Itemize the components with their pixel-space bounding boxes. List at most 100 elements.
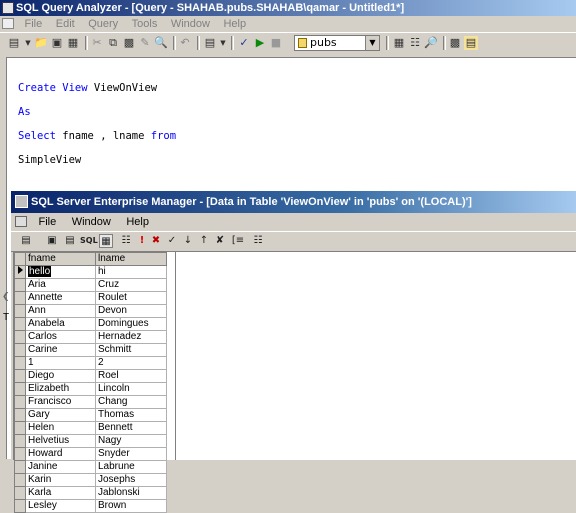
show-diagram-pane-icon[interactable]: ▣ <box>45 234 59 248</box>
table-row[interactable]: Anabela Domingues <box>14 317 167 331</box>
cell-lname[interactable]: Domingues <box>95 317 167 331</box>
cell-fname[interactable]: Gary <box>25 408 96 422</box>
table-row[interactable]: Howard Snyder <box>14 447 167 461</box>
insert-template-icon[interactable]: ▦ <box>66 36 80 50</box>
cell-lname[interactable]: Labrune <box>95 460 167 474</box>
chevron-down-icon[interactable]: ▼ <box>365 36 379 50</box>
cell-fname[interactable]: Carine <box>25 343 96 357</box>
cell-fname[interactable]: Helvetius <box>25 434 96 448</box>
menu-file[interactable]: File <box>33 213 63 231</box>
table-row[interactable]: Aria Cruz <box>14 278 167 292</box>
table-row[interactable]: Elizabeth Lincoln <box>14 382 167 396</box>
cut-icon[interactable]: ✂ <box>90 36 104 50</box>
object-search-icon[interactable]: 🔎 <box>424 36 438 50</box>
row-selector[interactable] <box>14 356 26 370</box>
cell-fname[interactable]: Karla <box>25 486 96 500</box>
results-grid-pane[interactable]: fname lname hello hi Aria Cruz Annette Roulet… <box>13 251 576 513</box>
display-plan-icon[interactable]: ▦ <box>392 36 406 50</box>
cell-fname[interactable]: Carlos <box>25 330 96 344</box>
row-selector[interactable] <box>14 486 26 500</box>
row-selector[interactable] <box>14 278 26 292</box>
run-icon[interactable]: ! <box>135 234 149 248</box>
cell-fname[interactable]: Francisco <box>25 395 96 409</box>
table-row[interactable]: Carine Schmitt <box>14 343 167 357</box>
mdi-table-icon[interactable] <box>15 216 27 227</box>
cell-lname[interactable]: Josephs <box>95 473 167 487</box>
row-selector[interactable] <box>14 291 26 305</box>
table-row[interactable]: Helvetius Nagy <box>14 434 167 448</box>
cell-fname[interactable]: Karin <box>25 473 96 487</box>
cell-lname[interactable]: Chang <box>95 395 167 409</box>
show-results-pane-icon[interactable]: ▤ <box>464 36 478 50</box>
cell-fname[interactable]: Lesley <box>25 499 96 513</box>
cell-fname[interactable]: Aria <box>25 278 96 292</box>
cell-lname[interactable]: Snyder <box>95 447 167 461</box>
row-selector[interactable] <box>14 434 26 448</box>
cell-fname[interactable]: Annette <box>25 291 96 305</box>
parse-query-check-icon[interactable]: ✓ <box>237 36 251 50</box>
cell-lname[interactable]: Brown <box>95 499 167 513</box>
cell-lname[interactable]: Thomas <box>95 408 167 422</box>
row-selector[interactable] <box>14 499 26 513</box>
find-icon[interactable]: 🔍 <box>154 36 168 50</box>
cell-lname[interactable]: Jablonski <box>95 486 167 500</box>
menu-help[interactable]: Help <box>218 16 251 32</box>
row-selector[interactable] <box>14 330 26 344</box>
cell-lname[interactable]: Nagy <box>95 434 167 448</box>
verify-sql-icon[interactable]: ✓ <box>165 234 179 248</box>
row-selector[interactable] <box>14 408 26 422</box>
remove-filter-icon[interactable]: ✘ <box>213 234 227 248</box>
menu-window[interactable]: Window <box>166 16 215 32</box>
sort-descending-icon[interactable]: ↑ <box>197 234 211 248</box>
cell-fname[interactable]: Elizabeth <box>25 382 96 396</box>
column-header-lname[interactable]: lname <box>95 252 167 266</box>
show-grid-pane-icon[interactable]: ▤ <box>63 234 77 248</box>
new-query-icon[interactable]: ▤ <box>6 36 22 50</box>
row-selector[interactable] <box>14 343 26 357</box>
row-selector[interactable] <box>14 421 26 435</box>
query-analyzer-titlebar[interactable]: SQL Query Analyzer - [Query - SHAHAB.pub… <box>0 0 576 16</box>
row-selector-header[interactable] <box>14 252 26 266</box>
add-table-icon[interactable]: ☷ <box>251 234 265 248</box>
row-selector[interactable] <box>14 369 26 383</box>
enterprise-manager-titlebar[interactable]: SQL Server Enterprise Manager - [Data in… <box>11 191 576 213</box>
cell-lname[interactable]: 2 <box>95 356 167 370</box>
menu-help[interactable]: Help <box>120 213 155 231</box>
menu-edit[interactable]: Edit <box>51 16 80 32</box>
row-selector[interactable] <box>14 382 26 396</box>
row-selector[interactable] <box>14 317 26 331</box>
menu-file[interactable]: File <box>20 16 48 32</box>
cell-lname[interactable]: Lincoln <box>95 382 167 396</box>
change-query-type-icon[interactable]: ☷ <box>119 234 133 248</box>
cell-fname[interactable]: Ann <box>25 304 96 318</box>
open-folder-icon[interactable]: 📁 <box>34 36 48 50</box>
table-row[interactable]: hello hi <box>14 265 167 279</box>
cell-lname[interactable]: Roulet <box>95 291 167 305</box>
cell-fname[interactable]: Howard <box>25 447 96 461</box>
cell-lname[interactable]: hi <box>95 265 167 279</box>
row-selector[interactable] <box>14 304 26 318</box>
row-selector[interactable] <box>14 447 26 461</box>
table-row[interactable]: 12 <box>14 356 167 370</box>
table-row[interactable]: Janine Labrune <box>14 460 167 474</box>
menu-query[interactable]: Query <box>83 16 123 32</box>
table-row[interactable]: Karla Jablonski <box>14 486 167 500</box>
row-selector[interactable] <box>14 395 26 409</box>
cell-fname[interactable]: Anabela <box>25 317 96 331</box>
cell-lname[interactable]: Roel <box>95 369 167 383</box>
undo-icon[interactable]: ↶ <box>178 36 192 50</box>
current-connection-properties-icon[interactable]: ▩ <box>448 36 462 50</box>
cell-fname[interactable]: 1 <box>25 356 96 370</box>
show-results-pane-icon[interactable]: ▦ <box>99 234 113 248</box>
cell-lname[interactable]: Bennett <box>95 421 167 435</box>
chevron-left-icon[interactable]: ❮ <box>2 292 10 308</box>
use-group-by-icon[interactable]: [≡ <box>231 234 245 248</box>
stop-query-icon[interactable]: ■ <box>269 36 283 50</box>
row-selector[interactable] <box>14 265 26 279</box>
execute-query-icon[interactable]: ▶ <box>253 36 267 50</box>
cell-lname[interactable]: Hernadez <box>95 330 167 344</box>
table-row[interactable]: Annette Roulet <box>14 291 167 305</box>
cell-lname[interactable]: Devon <box>95 304 167 318</box>
table-row[interactable]: Diego Roel <box>14 369 167 383</box>
cell-fname[interactable]: Janine <box>25 460 96 474</box>
